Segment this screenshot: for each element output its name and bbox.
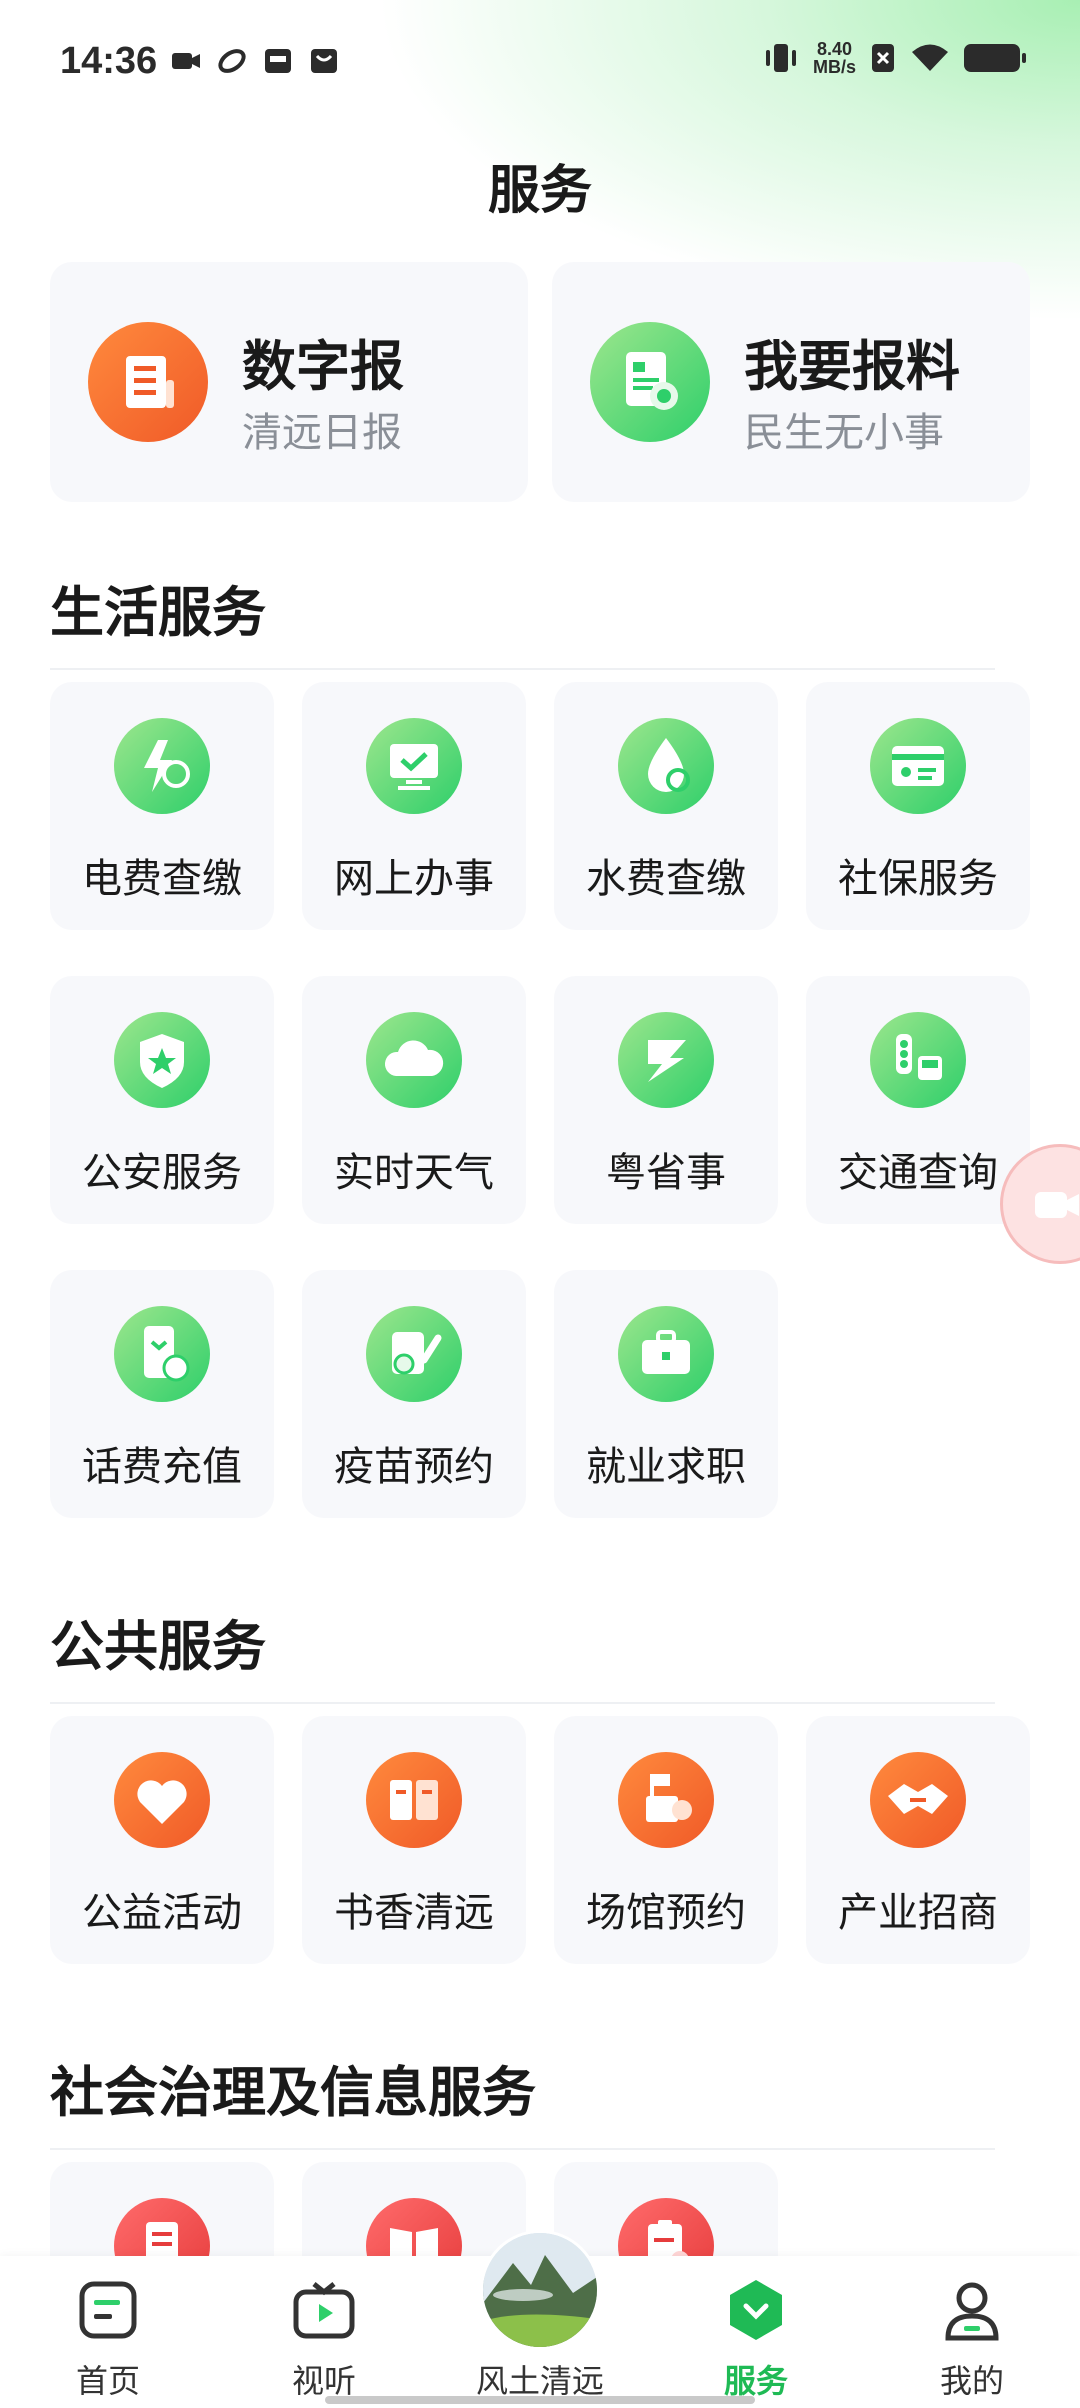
sim-x-icon [872, 44, 894, 72]
service-social-security[interactable]: 社保服务 [806, 682, 1030, 930]
vaccine-icon [366, 1306, 462, 1402]
venue-icon [618, 1752, 714, 1848]
inbox-icon [265, 49, 291, 73]
briefcase-icon [618, 1306, 714, 1402]
nav-video[interactable]: 视听 [234, 2256, 414, 2408]
link-icon [218, 49, 246, 73]
service-label: 公益活动 [82, 1890, 242, 1936]
monitor-check-icon [366, 718, 462, 814]
service-charity[interactable]: 公益活动 [50, 1716, 274, 1964]
report-news-card[interactable]: 我要报料 民生无小事 [552, 262, 1030, 502]
yue-app-icon [618, 1012, 714, 1108]
service-police[interactable]: 公安服务 [50, 976, 274, 1224]
service-label: 产业招商 [838, 1890, 998, 1936]
battery-icon [964, 44, 1026, 72]
service-employment[interactable]: 就业求职 [554, 1270, 778, 1518]
book-icon [366, 1752, 462, 1848]
service-label: 话费充值 [82, 1444, 242, 1490]
service-hex-icon [730, 2280, 782, 2340]
service-label: 场馆预约 [586, 1890, 746, 1936]
video-icon [172, 53, 200, 69]
scroll-doc-icon [88, 322, 208, 442]
feature-subtitle: 清远日报 [242, 410, 402, 456]
bag-icon [311, 49, 337, 73]
electricity-fee-icon [114, 718, 210, 814]
traffic-bus-icon [870, 1012, 966, 1108]
service-traffic[interactable]: 交通查询 [806, 976, 1030, 1224]
nav-label: 首页 [75, 2362, 140, 2400]
handshake-icon [870, 1752, 966, 1848]
service-label: 粤省事 [606, 1150, 726, 1196]
nav-service[interactable]: 服务 [666, 2256, 846, 2408]
id-card-icon [870, 718, 966, 814]
police-badge-icon [114, 1012, 210, 1108]
section-divider [50, 668, 995, 670]
network-speed: 8.40 MB/s [813, 40, 856, 76]
service-label: 就业求职 [586, 1444, 746, 1490]
mountain-landscape-image [483, 2233, 597, 2347]
service-label: 交通查询 [838, 1150, 998, 1196]
service-label: 公安服务 [82, 1150, 242, 1196]
service-label: 实时天气 [334, 1150, 494, 1196]
nav-mine[interactable]: 我的 [882, 2256, 1062, 2408]
net-speed-unit: MB/s [812, 57, 856, 77]
service-books[interactable]: 书香清远 [302, 1716, 526, 1964]
service-online-affairs[interactable]: 网上办事 [302, 682, 526, 930]
status-notification-icons [170, 46, 340, 76]
service-label: 网上办事 [334, 856, 494, 902]
service-electricity-fee[interactable]: 电费查缴 [50, 682, 274, 930]
page-title: 服务 [487, 161, 592, 221]
section-title-life: 生活服务 [50, 581, 266, 644]
status-system-icons: 8.40 MB/s [763, 40, 1026, 76]
service-vaccine[interactable]: 疫苗预约 [302, 1270, 526, 1518]
water-fee-icon [618, 718, 714, 814]
service-label: 疫苗预约 [334, 1444, 494, 1490]
report-call-icon [590, 322, 710, 442]
service-phone-recharge[interactable]: 话费充值 [50, 1270, 274, 1518]
status-time: 14:36 [60, 40, 158, 82]
digital-newspaper-card[interactable]: 数字报 清远日报 [50, 262, 528, 502]
service-label: 水费查缴 [586, 856, 746, 902]
person-icon [945, 2282, 999, 2341]
section-divider [50, 1702, 995, 1704]
feature-title: 我要报料 [744, 335, 960, 398]
heart-icon [114, 1752, 210, 1848]
landscape-avatar[interactable] [480, 2230, 600, 2350]
service-water-fee[interactable]: 水费查缴 [554, 682, 778, 930]
service-weather[interactable]: 实时天气 [302, 976, 526, 1224]
feature-subtitle: 民生无小事 [744, 410, 944, 456]
phone-recharge-icon [114, 1306, 210, 1402]
service-investment[interactable]: 产业招商 [806, 1716, 1030, 1964]
status-bar: 14:36 8.40 MB/s [0, 0, 1080, 130]
nav-label: 我的 [939, 2362, 1004, 2400]
service-label: 社保服务 [838, 856, 998, 902]
section-title-governance: 社会治理及信息服务 [50, 2061, 536, 2124]
cloud-icon [366, 1012, 462, 1108]
section-title-public: 公共服务 [50, 1615, 266, 1678]
section-divider [50, 2148, 995, 2150]
feature-title: 数字报 [242, 335, 404, 398]
nav-home[interactable]: 首页 [18, 2256, 198, 2408]
vibrate-icon [765, 44, 796, 72]
service-label: 电费查缴 [82, 856, 242, 902]
home-doc-icon [79, 2281, 137, 2339]
service-label: 书香清远 [334, 1890, 494, 1936]
tv-play-icon [293, 2282, 355, 2339]
net-speed-value: 8.40 [816, 39, 853, 59]
wifi-icon [912, 44, 948, 71]
video-camera-icon [1035, 1192, 1079, 1218]
service-venue-booking[interactable]: 场馆预约 [554, 1716, 778, 1964]
service-yue-app[interactable]: 粤省事 [554, 976, 778, 1224]
home-indicator [325, 2396, 755, 2404]
